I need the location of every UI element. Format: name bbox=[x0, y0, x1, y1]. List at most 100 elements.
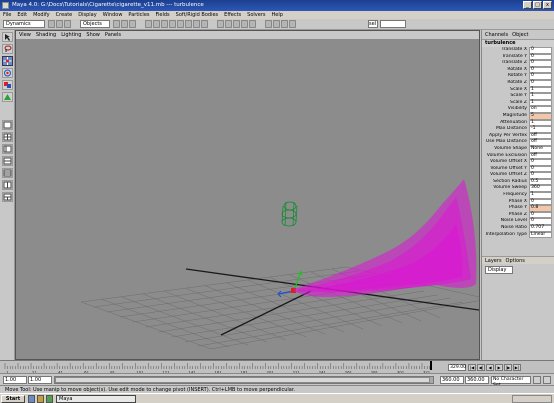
mask-render-icon[interactable] bbox=[193, 20, 200, 28]
channel-label[interactable]: Visibility bbox=[482, 106, 529, 113]
object-menu[interactable]: Object bbox=[512, 30, 528, 39]
channel-label[interactable]: Interpolation Type bbox=[482, 232, 529, 239]
new-scene-icon[interactable] bbox=[48, 20, 55, 28]
go-to-end-button[interactable]: ▶| bbox=[513, 364, 521, 371]
scale-tool-icon[interactable] bbox=[2, 80, 13, 90]
animation-preferences-icon[interactable] bbox=[543, 376, 551, 384]
mask-curve-icon[interactable] bbox=[161, 20, 168, 28]
channel-value-field[interactable]: 0 bbox=[529, 60, 552, 67]
quick-select-field[interactable] bbox=[380, 20, 406, 28]
mask-dynamics-icon[interactable] bbox=[185, 20, 192, 28]
menu-window[interactable]: Window bbox=[103, 11, 123, 19]
menu-particles[interactable]: Particles bbox=[128, 11, 149, 19]
select-by-object-icon[interactable] bbox=[121, 20, 128, 28]
snap-point-icon[interactable] bbox=[233, 20, 240, 28]
channel-label[interactable]: Scale Y bbox=[482, 93, 529, 100]
channels-menu[interactable]: Channels bbox=[485, 30, 508, 39]
start-time-field[interactable]: 1.00 bbox=[3, 376, 27, 384]
mask-surface-icon[interactable] bbox=[169, 20, 176, 28]
channel-label[interactable]: Attenuation bbox=[482, 120, 529, 127]
quick-launch-icon[interactable] bbox=[37, 395, 44, 403]
snap-grid-icon[interactable] bbox=[217, 20, 224, 28]
start-button[interactable]: Start bbox=[1, 395, 25, 403]
perspective-viewport[interactable]: persp bbox=[16, 39, 479, 359]
options-menu[interactable]: Options bbox=[506, 257, 525, 264]
panel-menu-shading[interactable]: Shading bbox=[36, 31, 56, 39]
range-slider-thumb[interactable] bbox=[55, 377, 430, 383]
character-set-dropdown[interactable]: No Character Set bbox=[491, 376, 531, 388]
mask-handle-icon[interactable] bbox=[145, 20, 152, 28]
history-icon[interactable] bbox=[265, 20, 272, 28]
channel-label[interactable]: Translate Z bbox=[482, 60, 529, 67]
rotate-tool-icon[interactable] bbox=[2, 68, 13, 78]
ipr-render-icon[interactable] bbox=[281, 20, 288, 28]
channel-value-field[interactable]: 0 bbox=[529, 172, 552, 179]
layer-list[interactable] bbox=[482, 276, 554, 370]
channel-label[interactable]: Translate X bbox=[482, 47, 529, 54]
layer-mode-dropdown[interactable]: Display bbox=[485, 266, 513, 274]
layout-stacked-icon[interactable] bbox=[2, 192, 13, 202]
auto-key-icon[interactable] bbox=[533, 376, 541, 384]
channel-value-field[interactable]: 0 bbox=[529, 159, 552, 166]
menu-help[interactable]: Help bbox=[271, 11, 282, 19]
quick-launch-icon[interactable] bbox=[46, 395, 53, 403]
menu-fields[interactable]: Fields bbox=[156, 11, 170, 19]
layout-four-view-icon[interactable] bbox=[2, 132, 13, 142]
maximize-button[interactable]: □ bbox=[533, 1, 542, 9]
select-by-component-icon[interactable] bbox=[129, 20, 136, 28]
close-button[interactable]: x bbox=[543, 1, 552, 9]
minimize-button[interactable]: _ bbox=[523, 1, 532, 9]
channel-label[interactable]: Scale X bbox=[482, 87, 529, 94]
channel-label[interactable]: Phase Y bbox=[482, 205, 529, 212]
channel-value-field[interactable]: 0 bbox=[529, 47, 552, 54]
layout-two-panes-icon[interactable] bbox=[2, 180, 13, 190]
move-tool-icon[interactable] bbox=[2, 56, 13, 66]
channel-label[interactable]: Volume Shape bbox=[482, 146, 529, 153]
layout-persp-outliner-icon[interactable] bbox=[2, 144, 13, 154]
channel-value-field[interactable]: 1 bbox=[529, 93, 552, 100]
layers-menu[interactable]: Layers bbox=[485, 257, 502, 264]
layout-persp-graph-icon[interactable] bbox=[2, 156, 13, 166]
turbulence-field-icon[interactable] bbox=[281, 201, 298, 227]
render-globals-icon[interactable] bbox=[289, 20, 296, 28]
channel-label[interactable]: Max Distance bbox=[482, 126, 529, 133]
menu-effects[interactable]: Effects bbox=[224, 11, 241, 19]
channel-label[interactable]: Phase X bbox=[482, 199, 529, 206]
channel-value-field[interactable]: 5 bbox=[529, 112, 552, 120]
quick-launch-icon[interactable] bbox=[28, 395, 35, 403]
panel-menu-lighting[interactable]: Lighting bbox=[61, 31, 81, 39]
channel-label[interactable]: Rotate Z bbox=[482, 80, 529, 87]
menu-modify[interactable]: Modify bbox=[33, 11, 50, 19]
channel-value-field[interactable]: 0.8 bbox=[529, 205, 552, 212]
channel-value-field[interactable]: 0 bbox=[529, 73, 552, 80]
channel-label[interactable]: Rotate X bbox=[482, 67, 529, 74]
step-forward-key-button[interactable]: |▶ bbox=[504, 364, 512, 371]
channel-value-field[interactable]: Linear bbox=[529, 231, 552, 239]
channel-label[interactable]: Magnitude bbox=[482, 113, 529, 120]
panel-menu-view[interactable]: View bbox=[19, 31, 31, 39]
channel-label[interactable]: Rotate Y bbox=[482, 73, 529, 80]
save-scene-icon[interactable] bbox=[64, 20, 71, 28]
mask-joint-icon[interactable] bbox=[153, 20, 160, 28]
range-slider-bar[interactable] bbox=[54, 376, 434, 384]
menu-file[interactable]: File bbox=[3, 11, 11, 19]
channel-value-field[interactable]: -1 bbox=[529, 126, 552, 133]
manipulator-tool-icon[interactable] bbox=[2, 92, 13, 102]
channel-label[interactable]: Volume Offset Z bbox=[482, 172, 529, 179]
channel-value-field[interactable]: 0 bbox=[529, 79, 552, 87]
current-time-marker[interactable] bbox=[430, 361, 432, 370]
make-live-icon[interactable] bbox=[249, 20, 256, 28]
playback-end-field[interactable]: 360.00 bbox=[440, 376, 464, 384]
channel-label[interactable]: Noise Ratio bbox=[482, 225, 529, 232]
channel-label[interactable]: Volume Exclusion bbox=[482, 153, 529, 160]
maya-app-icon[interactable] bbox=[2, 2, 9, 9]
go-to-start-button[interactable]: |◀ bbox=[468, 364, 476, 371]
time-slider[interactable]: 1 21 41 61 81 101 121 141 161 181 201 221 241 261 281 3… bbox=[0, 360, 554, 374]
selection-mode-dropdown[interactable]: Objects bbox=[80, 20, 110, 28]
channel-value-field[interactable]: off bbox=[529, 139, 552, 146]
channel-value-field[interactable]: 1 bbox=[529, 192, 552, 199]
layout-single-perspective-icon[interactable] bbox=[2, 120, 13, 130]
menu-display[interactable]: Display bbox=[78, 11, 96, 19]
select-tool-icon[interactable] bbox=[2, 32, 13, 42]
channel-label[interactable]: Frequency bbox=[482, 192, 529, 199]
